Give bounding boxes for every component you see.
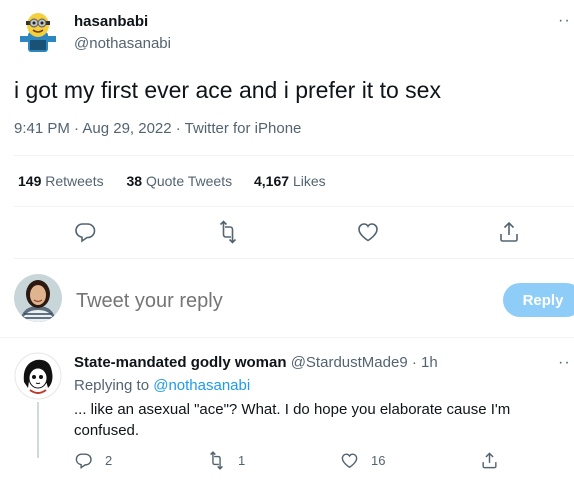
like-icon[interactable] xyxy=(356,220,380,244)
divider xyxy=(14,155,574,156)
reply-retweet-action[interactable]: 1 xyxy=(207,451,245,470)
reply-input[interactable] xyxy=(76,288,476,314)
thread-line xyxy=(37,402,39,458)
quote-tweets-stat[interactable]: 38 Quote Tweets xyxy=(127,173,233,189)
like-icon xyxy=(341,453,358,469)
reply-icon[interactable] xyxy=(73,220,97,244)
author-name[interactable]: hasanbabi xyxy=(74,13,148,30)
tweet-text: i got my first ever ace and i prefer it … xyxy=(14,77,441,103)
more-options-icon[interactable]: ·· xyxy=(558,12,571,30)
divider xyxy=(14,258,574,259)
tweet-meta[interactable]: 9:41 PM · Aug 29, 2022 · Twitter for iPh… xyxy=(14,120,301,137)
reply-share-action[interactable] xyxy=(480,451,511,470)
replying-to-handle[interactable]: @nothasanabi xyxy=(153,377,250,394)
reply-author-handle-time[interactable]: @StardustMade9 · 1h xyxy=(291,354,438,371)
reply-icon xyxy=(75,453,92,469)
reply-button[interactable]: Reply xyxy=(503,283,574,317)
retweet-icon[interactable] xyxy=(216,220,240,244)
user-avatar[interactable] xyxy=(14,274,62,322)
divider xyxy=(14,206,574,207)
reply-count: 2 xyxy=(105,453,113,468)
share-icon xyxy=(482,452,497,469)
like-count: 16 xyxy=(371,453,386,468)
reply-header: State-mandated godly woman @StardustMade… xyxy=(74,354,438,371)
divider xyxy=(0,337,574,338)
share-icon[interactable] xyxy=(497,220,521,244)
author-avatar[interactable] xyxy=(14,8,62,56)
replying-to-label: Replying to xyxy=(74,377,150,394)
reply-author-name[interactable]: State-mandated godly woman xyxy=(74,354,287,371)
tweet-stats: 149 Retweets 38 Quote Tweets 4,167 Likes xyxy=(18,173,326,189)
author-handle[interactable]: @nothasanabi xyxy=(74,35,171,52)
retweets-stat[interactable]: 149 Retweets xyxy=(18,173,104,189)
reply-more-options-icon[interactable]: ·· xyxy=(558,354,571,372)
replying-to: Replying to @nothasanabi xyxy=(74,377,250,394)
retweet-icon xyxy=(210,451,223,470)
reply-like-action[interactable]: 16 xyxy=(340,451,385,470)
reply-text: ... like an asexual "ace"? What. I do ho… xyxy=(74,401,511,439)
likes-stat[interactable]: 4,167 Likes xyxy=(254,173,326,189)
retweet-count: 1 xyxy=(238,453,246,468)
reply-reply-action[interactable]: 2 xyxy=(74,451,112,470)
reply-author-avatar[interactable] xyxy=(14,352,62,400)
